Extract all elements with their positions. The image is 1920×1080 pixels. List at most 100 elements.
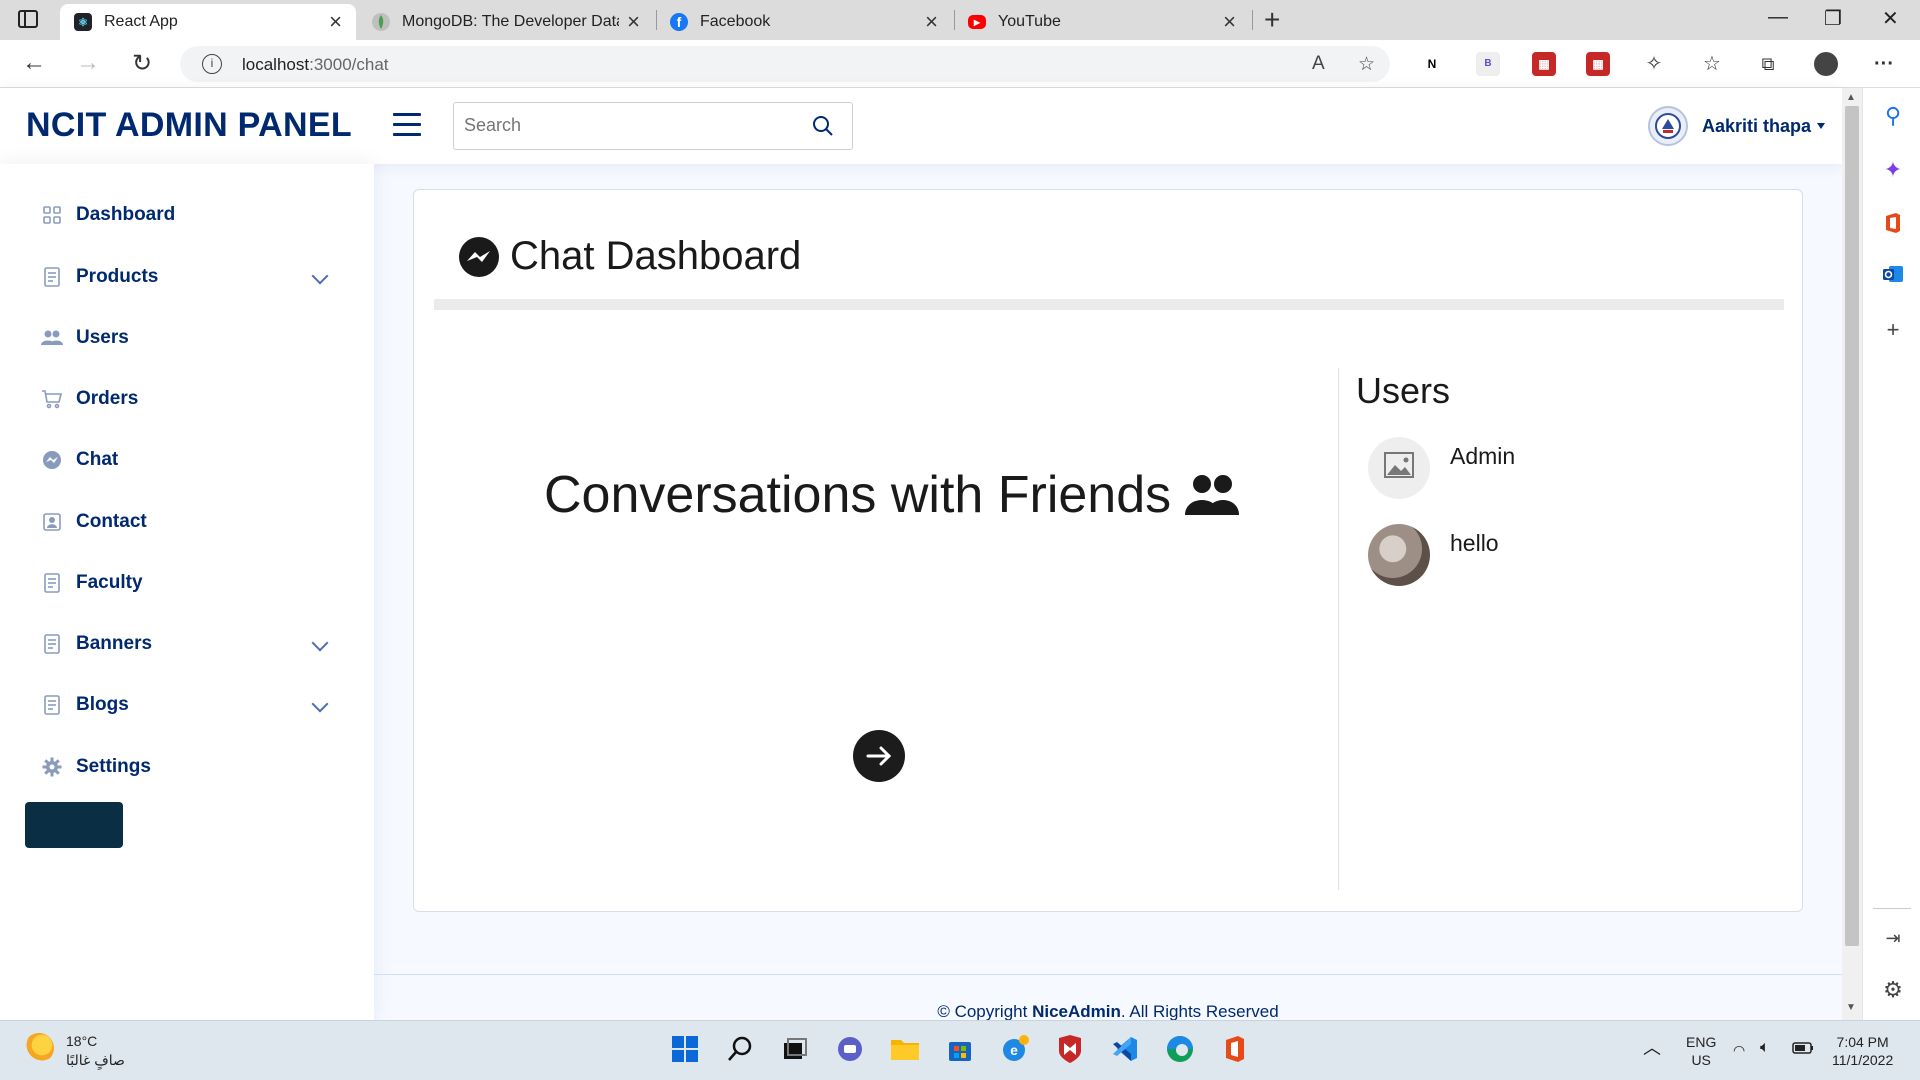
sidebar-item-users[interactable]: Users: [40, 318, 340, 358]
search-input[interactable]: [464, 115, 784, 136]
minimize-icon[interactable]: —: [1768, 6, 1788, 29]
show-hidden-icons-icon[interactable]: ︿: [1643, 1039, 1661, 1057]
volume-icon[interactable]: 🔈︎: [1760, 1039, 1770, 1057]
wifi-icon[interactable]: ◠: [1733, 1041, 1745, 1059]
language-indicator[interactable]: ENG US: [1686, 1033, 1716, 1069]
sidebar-item-contact[interactable]: Contact: [40, 502, 340, 542]
user-list-item[interactable]: hello: [1368, 524, 1668, 588]
sidebar-item-label: Faculty: [76, 572, 143, 593]
footer-brand-link[interactable]: NiceAdmin: [1032, 1002, 1121, 1021]
scroll-up-icon[interactable]: ▲: [1846, 92, 1856, 103]
file-explorer-icon[interactable]: [889, 1033, 921, 1065]
address-bar[interactable]: i localhost:3000/chat A ☆: [180, 46, 1390, 82]
search-icon[interactable]: ⚲: [1881, 104, 1905, 128]
back-icon[interactable]: ←: [22, 49, 46, 77]
clock[interactable]: 7:04 PM 11/1/2022: [1832, 1033, 1893, 1069]
extensions-puzzle-icon[interactable]: ✧: [1642, 52, 1666, 76]
close-icon[interactable]: ×: [1223, 9, 1236, 35]
add-favorite-icon[interactable]: ☆: [1358, 53, 1375, 76]
sidebar-item-faculty[interactable]: Faculty: [40, 563, 340, 603]
start-conversation-button[interactable]: [853, 730, 905, 782]
collections-icon[interactable]: ⧉: [1756, 52, 1780, 76]
scrollbar-thumb[interactable]: [1845, 106, 1859, 946]
copilot-sparkle-icon[interactable]: ✦: [1881, 158, 1905, 182]
tab-mongodb[interactable]: MongoDB: The Developer Data P ×: [358, 4, 654, 40]
read-aloud-icon[interactable]: A: [1312, 53, 1325, 75]
search-icon[interactable]: [724, 1033, 756, 1065]
profile-avatar[interactable]: [1814, 52, 1838, 76]
hide-sidebar-icon[interactable]: ⇥: [1881, 926, 1905, 950]
extension-b-icon[interactable]: B: [1476, 52, 1500, 76]
sidebar-item-products[interactable]: Products: [40, 257, 340, 297]
page-scrollbar[interactable]: ▲ ▼: [1842, 88, 1862, 1020]
weather-moon-icon: [24, 1033, 54, 1063]
weather-desc: صافٍ غالبًا: [66, 1052, 125, 1068]
refresh-icon[interactable]: ↻: [132, 49, 152, 78]
sidebar-item-blogs[interactable]: Blogs: [40, 685, 340, 725]
forward-icon[interactable]: →: [76, 49, 100, 77]
conversation-heading: Conversations with Friends: [544, 466, 1172, 524]
profile-menu[interactable]: Aakriti thapa: [1648, 104, 1826, 148]
sidebar-item-settings[interactable]: Settings: [40, 747, 340, 787]
gear-icon[interactable]: ⚙: [1881, 978, 1905, 1002]
sidebar-item-banners[interactable]: Banners: [40, 624, 340, 664]
extension-red-icon[interactable]: ▦: [1532, 52, 1556, 76]
extension-n-icon[interactable]: N: [1420, 52, 1444, 76]
add-icon[interactable]: +: [1881, 318, 1905, 342]
tab-react-app[interactable]: ⚛ React App ×: [60, 4, 356, 40]
logout-button[interactable]: Logout: [25, 802, 123, 848]
user-avatar: [1648, 106, 1688, 146]
search-icon[interactable]: [812, 115, 834, 137]
copyright-suffix: . All Rights Reserved: [1120, 1002, 1279, 1021]
tab-facebook[interactable]: f Facebook ×: [656, 4, 952, 40]
tab-actions-icon[interactable]: [18, 10, 38, 28]
favorites-icon[interactable]: ☆: [1700, 52, 1724, 76]
url-host: localhost: [242, 55, 310, 74]
office-icon[interactable]: [1881, 212, 1905, 236]
menu-toggle-icon[interactable]: [393, 113, 421, 137]
page-title: Chat Dashboard: [510, 234, 802, 278]
user-list-item[interactable]: Admin: [1368, 437, 1668, 501]
vscode-icon[interactable]: [1109, 1033, 1141, 1065]
weather-widget[interactable]: 18°C صافٍ غالبًا: [24, 1033, 125, 1069]
battery-icon[interactable]: [1792, 1040, 1814, 1058]
browser-side-panel: ⚲ ✦ + ⇥ ⚙: [1862, 88, 1920, 1020]
close-icon[interactable]: ×: [329, 9, 342, 35]
skype-icon[interactable]: e: [999, 1033, 1031, 1065]
outlook-icon[interactable]: [1881, 264, 1905, 288]
new-tab-icon[interactable]: +: [1264, 4, 1280, 36]
app-logo[interactable]: NCIT ADMIN PANEL: [26, 106, 352, 145]
user-name: hello: [1450, 530, 1499, 556]
url-text[interactable]: localhost:3000/chat: [242, 55, 389, 75]
sidebar-item-label: Settings: [76, 756, 151, 777]
conversation-welcome: Conversations with Friends: [544, 465, 1240, 525]
contact-card-icon: [40, 510, 64, 534]
mcafee-icon[interactable]: [1054, 1033, 1086, 1065]
svg-text:e: e: [1010, 1042, 1018, 1058]
chevron-down-icon: [1817, 123, 1826, 129]
footer-divider: [374, 974, 1842, 975]
tab-divider: [1252, 10, 1253, 30]
sidebar-item-dashboard[interactable]: Dashboard: [40, 195, 340, 235]
sidebar-item-orders[interactable]: Orders: [40, 379, 340, 419]
site-info-icon[interactable]: i: [202, 54, 222, 74]
tab-title: YouTube: [998, 13, 1061, 30]
sidebar-item-label: Blogs: [76, 694, 129, 715]
office-icon[interactable]: [1219, 1033, 1251, 1065]
window-close-icon[interactable]: ✕: [1882, 6, 1899, 31]
restore-icon[interactable]: ❐: [1824, 6, 1842, 31]
tab-title: React App: [104, 13, 178, 30]
microsoft-store-icon[interactable]: [944, 1033, 976, 1065]
scroll-down-icon[interactable]: ▼: [1846, 1002, 1856, 1013]
windows-start-icon[interactable]: [669, 1033, 701, 1065]
task-view-icon[interactable]: [779, 1033, 811, 1065]
tab-youtube[interactable]: ▶ YouTube ×: [954, 4, 1250, 40]
teams-chat-icon[interactable]: [834, 1033, 866, 1065]
extension-red-icon[interactable]: ▦: [1586, 52, 1610, 76]
sidebar-item-chat[interactable]: Chat: [40, 440, 340, 480]
more-options-icon[interactable]: ···: [1872, 52, 1896, 76]
close-icon[interactable]: ×: [627, 9, 640, 35]
arrow-right-icon: [866, 746, 892, 766]
close-icon[interactable]: ×: [925, 9, 938, 35]
edge-browser-icon[interactable]: [1164, 1033, 1196, 1065]
